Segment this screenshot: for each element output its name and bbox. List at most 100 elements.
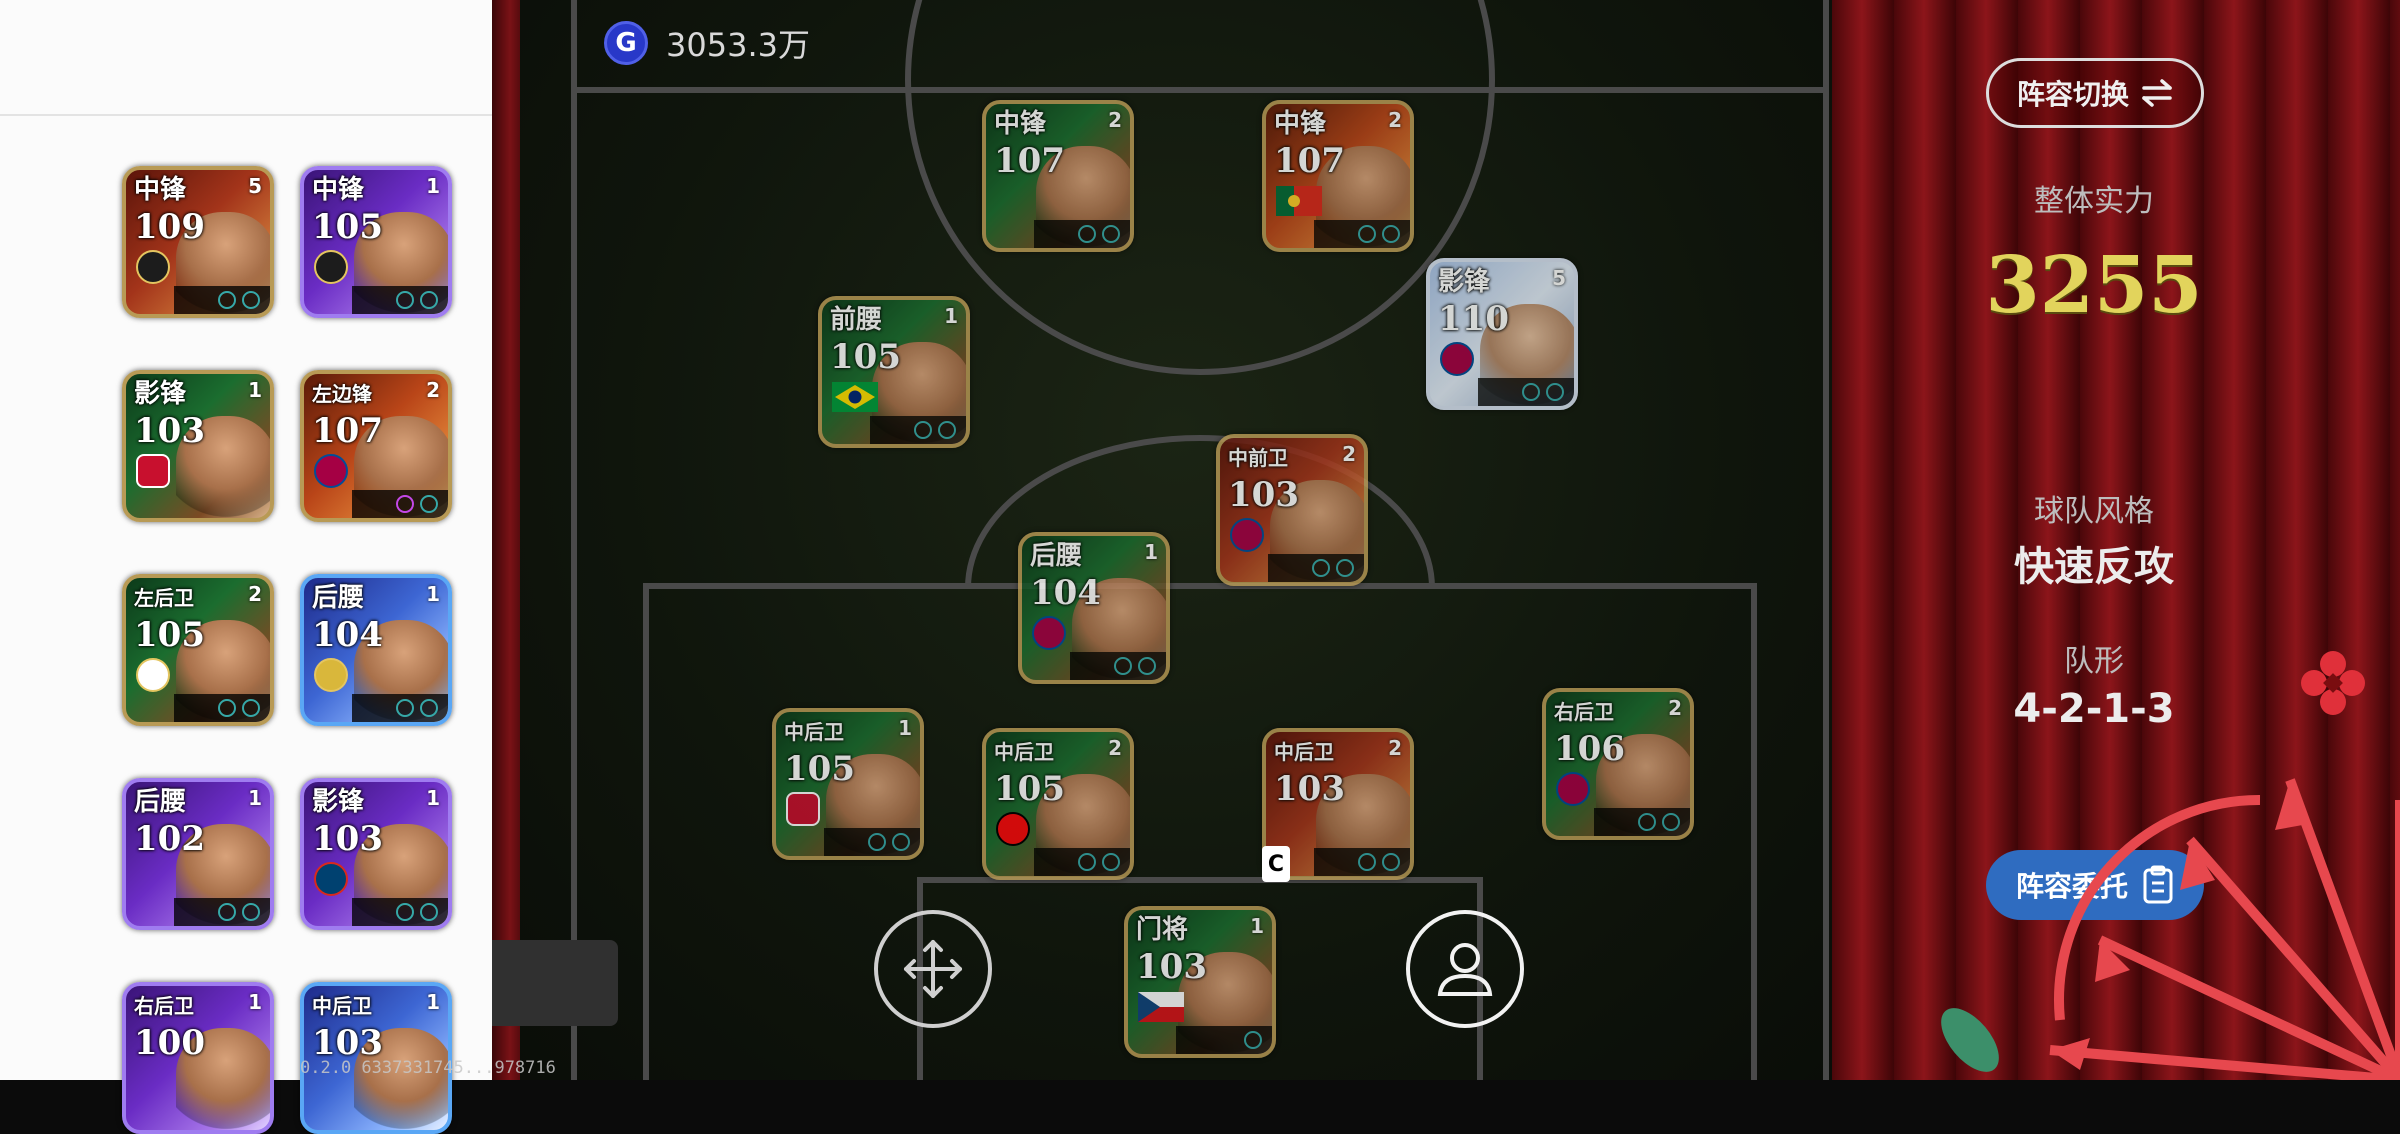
skill-icon <box>1078 853 1096 871</box>
team-style-label: 球队风格 <box>2034 494 2154 529</box>
reserve-card[interactable]: 影锋 103 1 <box>122 370 274 522</box>
card-position: 中后卫 <box>1274 740 1334 764</box>
card-rating: 110 <box>1438 299 1509 339</box>
card-level: 1 <box>426 582 440 606</box>
starter-card[interactable]: 后腰 104 1 <box>1018 532 1170 684</box>
skill-icon <box>1358 853 1376 871</box>
skill-icon <box>396 903 414 921</box>
card-rating: 107 <box>312 411 383 451</box>
card-position: 中锋 <box>994 109 1047 139</box>
skill-bar <box>1594 808 1690 836</box>
skill-icon <box>218 291 236 309</box>
reserve-card[interactable]: 后腰 102 1 <box>122 778 274 930</box>
card-position: 中前卫 <box>1228 446 1288 470</box>
player-profile-button[interactable] <box>1406 910 1524 1028</box>
reserve-card[interactable]: 中锋 105 1 <box>300 166 452 318</box>
skill-icon <box>242 699 260 717</box>
card-position: 中锋 <box>312 175 365 205</box>
panel-handle[interactable] <box>492 940 618 1026</box>
reserve-card[interactable]: 后腰 104 1 <box>300 574 452 726</box>
skill-icon <box>938 421 956 439</box>
skill-bar <box>870 416 966 444</box>
skill-bar <box>1268 554 1364 582</box>
starter-card[interactable]: 中前卫 103 2 <box>1216 434 1368 586</box>
club-badge-icon <box>996 812 1030 846</box>
card-position: 左后卫 <box>134 586 194 610</box>
card-position: 前腰 <box>830 305 883 335</box>
skill-bar <box>352 286 448 314</box>
skill-icon <box>1102 853 1120 871</box>
starter-card[interactable]: 中后卫 105 2 <box>982 728 1134 880</box>
starter-card[interactable]: 门将 103 1 <box>1124 906 1276 1058</box>
move-arrows-icon <box>904 940 962 998</box>
starter-card[interactable]: 中后卫 105 1 <box>772 708 924 860</box>
skill-icon <box>242 903 260 921</box>
skill-icon <box>218 699 236 717</box>
reserve-card[interactable]: 影锋 103 1 <box>300 778 452 930</box>
card-rating: 105 <box>312 207 383 247</box>
card-position: 影锋 <box>1438 267 1491 297</box>
starter-card[interactable]: 中锋 107 2 <box>1262 100 1414 252</box>
skill-bar <box>352 898 448 926</box>
reserve-card[interactable]: 右后卫 100 1 <box>122 982 274 1134</box>
starter-card[interactable]: 影锋 110 5 <box>1426 258 1578 410</box>
club-badge-icon <box>1556 772 1590 806</box>
move-button[interactable] <box>874 910 992 1028</box>
card-rating: 105 <box>134 615 205 655</box>
card-rating: 103 <box>1274 769 1345 809</box>
card-rating: 103 <box>312 819 383 859</box>
build-version-text: 0.2.0 6337331745...978716 <box>300 1058 556 1078</box>
card-level: 2 <box>1108 736 1122 760</box>
skill-icon <box>420 699 438 717</box>
card-level: 1 <box>426 174 440 198</box>
lineup-switch-button[interactable]: 阵容切换 <box>1986 58 2204 128</box>
card-rating: 105 <box>994 769 1065 809</box>
skill-icon <box>1522 383 1540 401</box>
card-level: 1 <box>248 786 262 810</box>
card-level: 2 <box>1388 108 1402 132</box>
club-badge-icon <box>1230 518 1264 552</box>
card-rating: 105 <box>784 749 855 789</box>
skill-bar <box>352 694 448 722</box>
skill-bar <box>1034 848 1130 876</box>
card-level: 2 <box>248 582 262 606</box>
card-rating: 106 <box>1554 729 1625 769</box>
card-rating: 102 <box>134 819 205 859</box>
portugal-flag-icon <box>1276 186 1322 216</box>
brazil-flag-icon <box>832 382 878 412</box>
starter-card[interactable]: 中锋 107 2 <box>982 100 1134 252</box>
card-position: 后腰 <box>1030 541 1083 571</box>
card-level: 1 <box>1250 914 1264 938</box>
skill-icon <box>1358 225 1376 243</box>
coin-icon: G <box>604 21 648 65</box>
club-badge-icon <box>786 792 820 826</box>
coin-balance: G 3053.3万 <box>604 20 810 66</box>
skill-icon <box>868 833 886 851</box>
skill-icon <box>914 421 932 439</box>
card-position: 右后卫 <box>134 994 194 1018</box>
card-level: 2 <box>426 378 440 402</box>
card-position: 中后卫 <box>784 720 844 744</box>
flower-decoration-icon <box>2301 651 2365 715</box>
starter-card[interactable]: 右后卫 106 2 <box>1542 688 1694 840</box>
card-level: 2 <box>1108 108 1122 132</box>
captain-badge: C <box>1262 846 1290 882</box>
club-badge-icon <box>136 454 170 488</box>
card-position: 中锋 <box>134 175 187 205</box>
card-rating: 103 <box>1228 475 1299 515</box>
skill-bar <box>1070 652 1166 680</box>
card-rating: 105 <box>830 337 901 377</box>
card-rating: 100 <box>134 1023 205 1063</box>
reserve-card[interactable]: 左边锋 107 2 <box>300 370 452 522</box>
reserve-card[interactable]: 左后卫 105 2 <box>122 574 274 726</box>
card-level: 1 <box>248 378 262 402</box>
card-level: 5 <box>1552 266 1566 290</box>
reserve-card[interactable]: 中锋 109 5 <box>122 166 274 318</box>
skill-icon <box>892 833 910 851</box>
skill-bar <box>1314 220 1410 248</box>
card-rating: 109 <box>134 207 205 247</box>
starter-card[interactable]: 前腰 105 1 <box>818 296 970 448</box>
card-rating: 107 <box>994 141 1065 181</box>
club-badge-icon <box>314 250 348 284</box>
club-badge-icon <box>314 658 348 692</box>
